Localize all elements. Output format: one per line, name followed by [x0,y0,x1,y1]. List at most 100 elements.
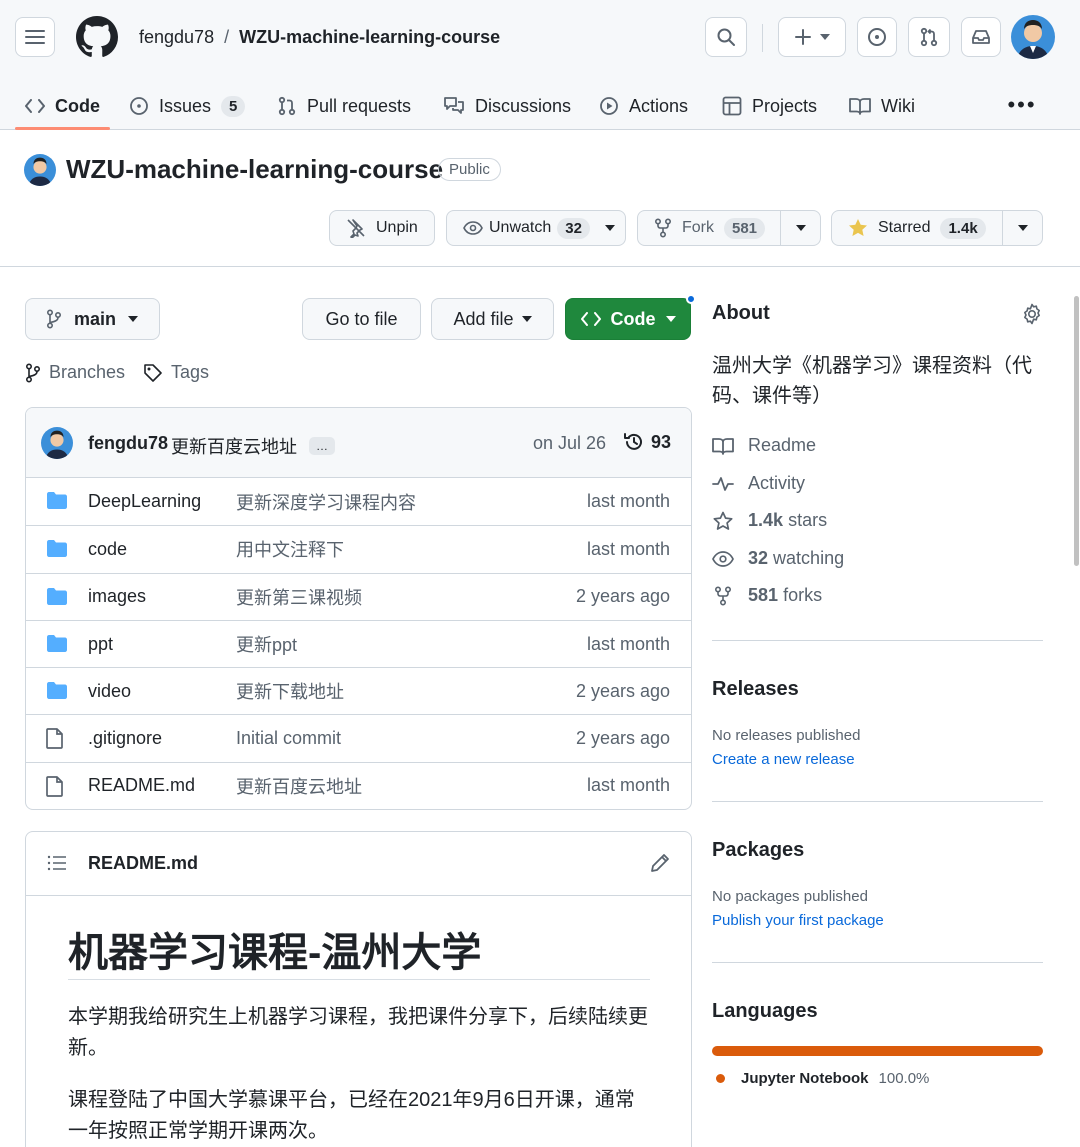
create-release-link[interactable]: Create a new release [712,751,855,768]
language-item[interactable]: Jupyter Notebook 100.0% [716,1070,929,1087]
file-commit-message[interactable]: 更新深度学习课程内容 [236,489,416,515]
star-button[interactable]: Starred 1.4k [831,210,1043,246]
breadcrumb-owner[interactable]: fengdu78 [139,27,214,48]
file-name[interactable]: video [88,681,131,702]
activity-link[interactable]: Activity [712,473,805,494]
go-to-file-button[interactable]: Go to file [302,298,421,340]
fork-label: Fork [682,219,714,236]
file-commit-message[interactable]: 更新第三课视频 [236,584,362,610]
visibility-badge: Public [438,158,501,181]
header-divider [762,24,763,52]
file-row[interactable]: .gitignore Initial commit 2 years ago [26,714,691,761]
file-row[interactable]: code 用中文注释下 last month [26,525,691,572]
tab-issues[interactable]: Issues 5 [129,88,246,124]
watch-label: Unwatch [489,219,552,236]
commit-message[interactable]: 更新百度云地址 [171,433,297,459]
watch-button[interactable]: Unwatch 32 [446,210,626,246]
stars-link[interactable]: 1.4k stars [712,510,827,531]
unpin-button[interactable]: Unpin [329,210,435,246]
file-name[interactable]: images [88,586,146,607]
star-count: 1.4k [940,217,986,239]
commit-date[interactable]: on Jul 26 [533,433,606,454]
tab-wiki-label: Wiki [881,95,915,116]
code-button-label: Code [610,308,656,329]
branches-label: Branches [49,362,126,382]
git-branch-icon [46,309,62,329]
file-commit-message[interactable]: Initial commit [236,728,341,749]
commit-author[interactable]: fengdu78 [88,433,168,454]
fork-button[interactable]: Fork 581 [637,210,821,246]
tab-code[interactable]: Code [25,88,100,124]
file-commit-message[interactable]: 更新ppt [236,631,297,657]
tab-projects[interactable]: Projects [722,88,817,124]
file-commit-message[interactable]: 更新下载地址 [236,678,344,704]
issue-opened-icon [867,27,887,47]
file-row[interactable]: DeepLearning 更新深度学习课程内容 last month [26,478,691,525]
file-rows: DeepLearning 更新深度学习课程内容 last month code 用中文注… [26,478,691,809]
commit-history-link[interactable]: 93 [623,431,671,453]
commit-author-avatar[interactable] [41,427,73,459]
readme-filename[interactable]: README.md [88,853,198,874]
star-list-dropdown[interactable] [1002,211,1042,245]
search-icon [716,27,736,47]
publish-package-link[interactable]: Publish your first package [712,912,884,929]
repo-forked-icon [654,218,672,238]
repo-description: 温州大学《机器学习》课程资料（代码、课件等） [712,355,1032,407]
packages-title[interactable]: Packages [712,839,804,862]
page-scrollbar[interactable] [1074,296,1079,566]
create-new-button[interactable] [778,17,846,57]
watching-label: watching [773,548,845,568]
tags-label: Tags [171,362,210,382]
branch-selector[interactable]: main [25,298,160,340]
your-pull-requests-button[interactable] [908,17,950,57]
gear-icon[interactable] [1021,303,1043,325]
github-logo-icon[interactable] [76,16,118,58]
file-name[interactable]: README.md [88,775,195,796]
notification-dot [686,294,696,304]
file-name[interactable]: DeepLearning [88,491,201,512]
breadcrumb: fengdu78 / WZU-machine-learning-course [139,27,500,48]
file-commit-message[interactable]: 用中文注释下 [236,536,344,562]
breadcrumb-repo[interactable]: WZU-machine-learning-course [239,27,500,48]
watchers-link[interactable]: 32 watching [712,548,844,569]
pulse-icon [712,475,734,493]
branches-link[interactable]: Branches [25,362,125,383]
code-clone-button[interactable]: Code [565,298,691,340]
tab-pull-requests[interactable]: Pull requests [277,88,411,124]
fork-dropdown[interactable] [780,211,820,245]
file-row[interactable]: video 更新下载地址 2 years ago [26,667,691,714]
releases-title[interactable]: Releases [712,678,799,701]
file-commit-time: last month [586,633,670,654]
tab-discussions[interactable]: Discussions [443,88,571,124]
list-unordered-icon[interactable] [47,854,67,872]
file-name[interactable]: ppt [88,634,113,655]
triangle-down-icon[interactable] [595,225,625,231]
pencil-icon[interactable] [649,852,671,874]
search-button[interactable] [705,17,747,57]
star-label: Starred [878,219,931,236]
add-file-label: Add file [453,308,514,329]
user-avatar[interactable] [1011,15,1055,59]
file-row[interactable]: ppt 更新ppt last month [26,619,691,667]
repo-title[interactable]: WZU-machine-learning-course [66,154,443,185]
inbox-button[interactable] [961,17,1001,57]
commit-count: 93 [651,431,672,452]
file-name[interactable]: .gitignore [88,728,162,749]
file-row[interactable]: README.md 更新百度云地址 last month [26,761,691,809]
menu-button[interactable] [15,17,55,57]
file-commit-message[interactable]: 更新百度云地址 [236,773,362,799]
tab-wiki[interactable]: Wiki [849,88,915,124]
your-issues-button[interactable] [857,17,897,57]
readme-link[interactable]: Readme [712,435,816,456]
more-tabs-button[interactable]: ••• [1005,90,1039,120]
sidebar-divider [712,801,1043,802]
commit-expand-button[interactable]: … [309,437,335,455]
file-name[interactable]: code [88,539,127,560]
forks-link[interactable]: 581 forks [712,585,822,606]
tab-actions[interactable]: Actions [599,88,688,124]
owner-avatar[interactable] [24,154,56,186]
file-row[interactable]: images 更新第三课视频 2 years ago [26,572,691,620]
add-file-button[interactable]: Add file [431,298,554,340]
readme-divider [68,979,650,980]
tags-link[interactable]: Tags [143,362,209,383]
